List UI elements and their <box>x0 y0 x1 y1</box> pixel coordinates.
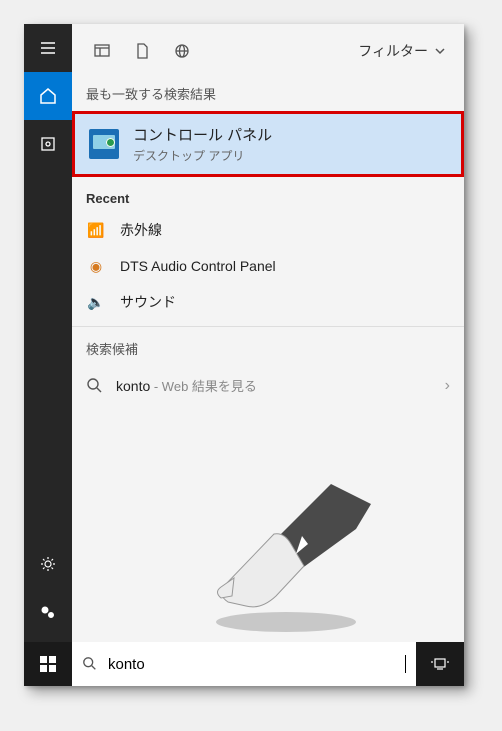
apps-scope-icon[interactable] <box>82 31 122 71</box>
home-button[interactable] <box>24 72 72 120</box>
chevron-down-icon <box>434 45 446 57</box>
settings-gear-button[interactable] <box>24 540 72 588</box>
best-match-result[interactable]: コントロール パネル デスクトップ アプリ <box>72 111 464 177</box>
hamburger-menu[interactable] <box>24 24 72 72</box>
recent-item[interactable]: ◉ DTS Audio Control Panel <box>72 248 464 284</box>
chevron-right-icon: › <box>445 377 450 395</box>
recent-item[interactable]: 📶 赤外線 <box>72 212 464 248</box>
task-view-icon <box>431 657 449 671</box>
result-title: コントロール パネル <box>133 124 272 145</box>
best-match-label: 最も一致する検索結果 <box>72 78 464 111</box>
taskbar-search[interactable] <box>72 642 416 686</box>
search-icon <box>82 656 98 672</box>
recent-label: Recent <box>72 179 464 212</box>
filter-label: フィルター <box>358 41 428 61</box>
search-input[interactable] <box>108 656 403 673</box>
filter-dropdown[interactable]: フィルター <box>350 41 454 61</box>
recent-item-label: 赤外線 <box>120 220 162 240</box>
documents-scope-icon[interactable] <box>122 31 162 71</box>
web-suggestion[interactable]: konto - Web 結果を見る › <box>72 366 464 405</box>
dts-audio-icon: ◉ <box>86 256 106 276</box>
suggestions-label: 検索候補 <box>72 327 464 366</box>
web-scope-icon[interactable] <box>162 31 202 71</box>
text-caret <box>405 655 406 673</box>
sound-icon: 🔈 <box>86 292 106 312</box>
search-icon <box>86 377 104 395</box>
recent-item[interactable]: 🔈 サウンド <box>72 284 464 320</box>
start-button[interactable] <box>24 642 72 686</box>
infrared-icon: 📶 <box>86 220 106 240</box>
recent-item-label: サウンド <box>120 292 176 312</box>
recent-item-label: DTS Audio Control Panel <box>120 258 276 274</box>
feedback-button[interactable] <box>24 588 72 636</box>
suggestion-text: konto - Web 結果を見る <box>116 376 433 395</box>
timeline-button[interactable] <box>24 120 72 168</box>
taskbar <box>24 642 464 686</box>
task-view-button[interactable] <box>416 642 464 686</box>
control-panel-icon <box>89 129 119 159</box>
panel-header: フィルター <box>72 24 464 78</box>
result-subtitle: デスクトップ アプリ <box>133 147 272 164</box>
windows-icon <box>40 656 56 672</box>
